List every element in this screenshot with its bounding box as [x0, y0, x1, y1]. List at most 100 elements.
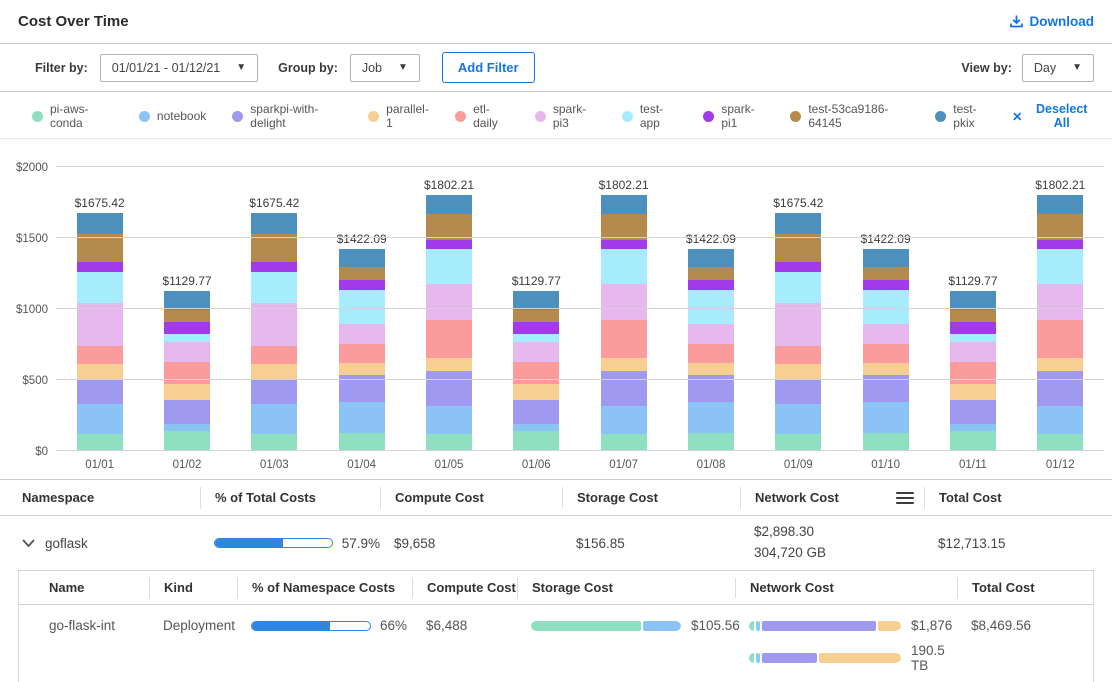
bar-segment-etl-daily[interactable] — [775, 346, 821, 364]
col-compute-cost[interactable]: Compute Cost — [412, 578, 517, 598]
bar-segment-test-pkix[interactable] — [426, 195, 472, 213]
chart-bar-01/03[interactable]: $1675.42 — [251, 196, 297, 451]
chart-bar-01/12[interactable]: $1802.21 — [1037, 178, 1083, 451]
col-pct-namespace-costs[interactable]: % of Namespace Costs — [237, 578, 412, 598]
add-filter-button[interactable]: Add Filter — [442, 52, 535, 83]
bar-segment-pi-aws-conda[interactable] — [426, 434, 472, 451]
bar-segment-pi-aws-conda[interactable] — [1037, 434, 1083, 451]
bar-segment-etl-daily[interactable] — [426, 320, 472, 358]
bar-segment-notebook[interactable] — [1037, 406, 1083, 434]
bar-segment-spark-pi3[interactable] — [601, 284, 647, 321]
bar-segment-test-53ca9186-64145[interactable] — [950, 310, 996, 322]
bar-segment-etl-daily[interactable] — [1037, 320, 1083, 358]
legend-item-spark-pi3[interactable]: spark-pi3 — [535, 102, 596, 130]
legend-item-etl-daily[interactable]: etl-daily — [455, 102, 509, 130]
bar-segment-sparkpi-with-delight[interactable] — [513, 400, 559, 424]
bar-segment-test-pkix[interactable] — [251, 213, 297, 234]
bar-segment-test-app[interactable] — [950, 334, 996, 342]
col-pct-total-costs[interactable]: % of Total Costs — [200, 487, 380, 509]
download-button[interactable]: Download — [1009, 14, 1095, 29]
bar-segment-parallel-1[interactable] — [601, 358, 647, 371]
bar-segment-notebook[interactable] — [601, 406, 647, 434]
bar-segment-pi-aws-conda[interactable] — [164, 431, 210, 451]
bar-segment-spark-pi1[interactable] — [601, 240, 647, 249]
bar-segment-parallel-1[interactable] — [77, 364, 123, 379]
deselect-all-button[interactable]: ✕ Deselect All — [1012, 102, 1094, 130]
bar-segment-spark-pi1[interactable] — [513, 322, 559, 334]
bar-segment-spark-pi1[interactable] — [775, 262, 821, 271]
bar-segment-sparkpi-with-delight[interactable] — [164, 400, 210, 424]
bar-segment-parallel-1[interactable] — [950, 384, 996, 400]
bar-segment-notebook[interactable] — [339, 402, 385, 433]
bar-segment-test-pkix[interactable] — [688, 249, 734, 267]
date-range-dropdown[interactable]: 01/01/21 - 01/12/21 ▼ — [100, 54, 258, 82]
col-storage-cost[interactable]: Storage Cost — [562, 487, 740, 509]
bar-segment-spark-pi3[interactable] — [775, 303, 821, 345]
legend-item-test-pkix[interactable]: test-pkix — [935, 102, 992, 130]
bar-segment-pi-aws-conda[interactable] — [339, 433, 385, 451]
bar-segment-pi-aws-conda[interactable] — [863, 433, 909, 451]
bar-segment-spark-pi1[interactable] — [339, 280, 385, 290]
bar-segment-test-app[interactable] — [601, 249, 647, 283]
chart-bar-01/05[interactable]: $1802.21 — [426, 178, 472, 451]
namespace-name[interactable]: goflask — [45, 536, 88, 551]
bar-segment-etl-daily[interactable] — [513, 362, 559, 384]
bar-segment-test-app[interactable] — [513, 334, 559, 342]
bar-segment-parallel-1[interactable] — [688, 363, 734, 376]
bar-segment-sparkpi-with-delight[interactable] — [77, 379, 123, 405]
bar-segment-pi-aws-conda[interactable] — [775, 434, 821, 451]
col-name[interactable]: Name — [19, 578, 149, 598]
chart-bar-01/02[interactable]: $1129.77 — [164, 274, 210, 451]
bar-segment-test-pkix[interactable] — [1037, 195, 1083, 213]
group-by-dropdown[interactable]: Job ▼ — [350, 54, 420, 82]
bar-segment-notebook[interactable] — [513, 424, 559, 431]
bar-segment-etl-daily[interactable] — [77, 346, 123, 364]
chart-bar-01/09[interactable]: $1675.42 — [775, 196, 821, 451]
bar-segment-spark-pi3[interactable] — [426, 284, 472, 321]
bar-segment-spark-pi3[interactable] — [863, 324, 909, 344]
bar-segment-pi-aws-conda[interactable] — [513, 431, 559, 451]
bar-segment-spark-pi3[interactable] — [251, 303, 297, 345]
bar-segment-spark-pi1[interactable] — [77, 262, 123, 271]
col-compute-cost[interactable]: Compute Cost — [380, 487, 562, 509]
bar-segment-notebook[interactable] — [164, 424, 210, 431]
bar-segment-notebook[interactable] — [688, 402, 734, 433]
bar-segment-test-app[interactable] — [251, 272, 297, 304]
chart-bar-01/11[interactable]: $1129.77 — [950, 274, 996, 451]
bar-segment-test-pkix[interactable] — [775, 213, 821, 234]
bar-segment-spark-pi3[interactable] — [77, 303, 123, 345]
legend-item-spark-pi1[interactable]: spark-pi1 — [703, 102, 764, 130]
bar-segment-sparkpi-with-delight[interactable] — [1037, 371, 1083, 406]
bar-segment-spark-pi3[interactable] — [1037, 284, 1083, 321]
bar-segment-test-app[interactable] — [775, 272, 821, 304]
col-network-cost[interactable]: Network Cost — [735, 578, 957, 598]
bar-segment-test-app[interactable] — [688, 290, 734, 324]
bar-segment-spark-pi1[interactable] — [1037, 240, 1083, 249]
chart-bar-01/08[interactable]: $1422.09 — [688, 232, 734, 451]
bar-segment-etl-daily[interactable] — [251, 346, 297, 364]
bar-segment-test-pkix[interactable] — [339, 249, 385, 267]
bar-segment-test-53ca9186-64145[interactable] — [164, 310, 210, 322]
column-menu-icon[interactable] — [896, 492, 914, 504]
bar-segment-test-app[interactable] — [164, 334, 210, 342]
bar-segment-test-53ca9186-64145[interactable] — [513, 310, 559, 322]
bar-segment-spark-pi3[interactable] — [164, 342, 210, 362]
bar-segment-test-app[interactable] — [863, 290, 909, 324]
bar-segment-sparkpi-with-delight[interactable] — [251, 379, 297, 405]
bar-segment-sparkpi-with-delight[interactable] — [775, 379, 821, 405]
bar-segment-test-pkix[interactable] — [77, 213, 123, 234]
bar-segment-test-app[interactable] — [77, 272, 123, 304]
bar-segment-test-app[interactable] — [426, 249, 472, 283]
bar-segment-parallel-1[interactable] — [863, 363, 909, 376]
col-kind[interactable]: Kind — [149, 578, 237, 598]
bar-segment-notebook[interactable] — [950, 424, 996, 431]
bar-segment-notebook[interactable] — [426, 406, 472, 434]
bar-segment-test-app[interactable] — [339, 290, 385, 324]
bar-segment-pi-aws-conda[interactable] — [950, 431, 996, 451]
bar-segment-etl-daily[interactable] — [688, 344, 734, 363]
col-total-cost[interactable]: Total Cost — [924, 487, 1094, 509]
bar-segment-parallel-1[interactable] — [339, 363, 385, 376]
legend-item-test-53ca9186-64145[interactable]: test-53ca9186-64145 — [790, 102, 909, 130]
bar-segment-parallel-1[interactable] — [426, 358, 472, 371]
bar-segment-etl-daily[interactable] — [164, 362, 210, 384]
